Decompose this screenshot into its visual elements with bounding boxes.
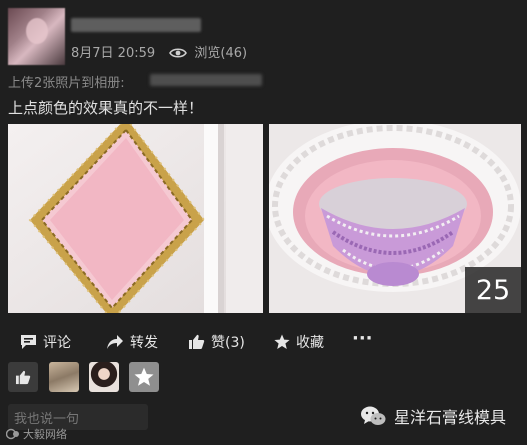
avatar[interactable] — [8, 8, 65, 65]
username-blurred[interactable] — [71, 18, 201, 32]
share-button[interactable]: 转发 — [106, 332, 158, 352]
comment-button[interactable]: 评论 — [20, 332, 71, 352]
likers-thumb-icon — [8, 362, 38, 392]
like-label: 赞(3) — [211, 335, 245, 351]
watermark-right-text: 星洋石膏线模具 — [394, 408, 507, 427]
post-meta: 8月7日 20:59 浏览(46) — [71, 42, 247, 61]
share-label: 转发 — [130, 335, 158, 351]
more-dots-icon[interactable]: ··· — [352, 328, 373, 349]
post-header: 8月7日 20:59 浏览(46) — [8, 8, 518, 65]
watermark-right: 星洋石膏线模具 — [360, 404, 506, 428]
favorite-label: 收藏 — [296, 335, 324, 351]
album-name-blurred[interactable] — [150, 74, 262, 86]
comment-icon — [21, 335, 36, 349]
star-icon — [274, 334, 290, 349]
liker-avatar[interactable] — [89, 362, 119, 392]
photo-chandelier[interactable]: 25 — [269, 124, 521, 313]
watermark-left: 大毅网络 — [6, 426, 67, 442]
upload-info: 上传2张照片到相册: — [8, 76, 125, 91]
photo-diamond-ceiling[interactable] — [8, 124, 263, 313]
eye-icon — [169, 48, 188, 58]
post-text: 上点颜色的效果真的不一样！ — [8, 99, 204, 117]
wechat-icon — [361, 406, 386, 425]
favorite-button[interactable]: 收藏 — [274, 332, 324, 352]
star-icon — [134, 367, 154, 386]
view-count: 浏览(46) — [194, 46, 248, 61]
post-date-time: 8月7日 20:59 — [71, 46, 156, 61]
comment-label: 评论 — [43, 335, 71, 351]
liker-avatar[interactable] — [49, 362, 79, 392]
diamond-ceiling-illustration — [8, 124, 263, 313]
like-button[interactable]: 赞(3) — [188, 332, 245, 352]
photo-count-badge[interactable]: 25 — [465, 267, 521, 313]
thumbs-up-icon — [189, 334, 205, 349]
liker-avatar-star[interactable] — [129, 362, 159, 392]
share-arrow-icon — [107, 335, 123, 349]
watermark-left-text: 大毅网络 — [23, 428, 67, 441]
watermark-logo-icon — [6, 428, 19, 440]
action-bar: 评论 转发 赞(3) 收藏 ··· — [0, 326, 527, 360]
